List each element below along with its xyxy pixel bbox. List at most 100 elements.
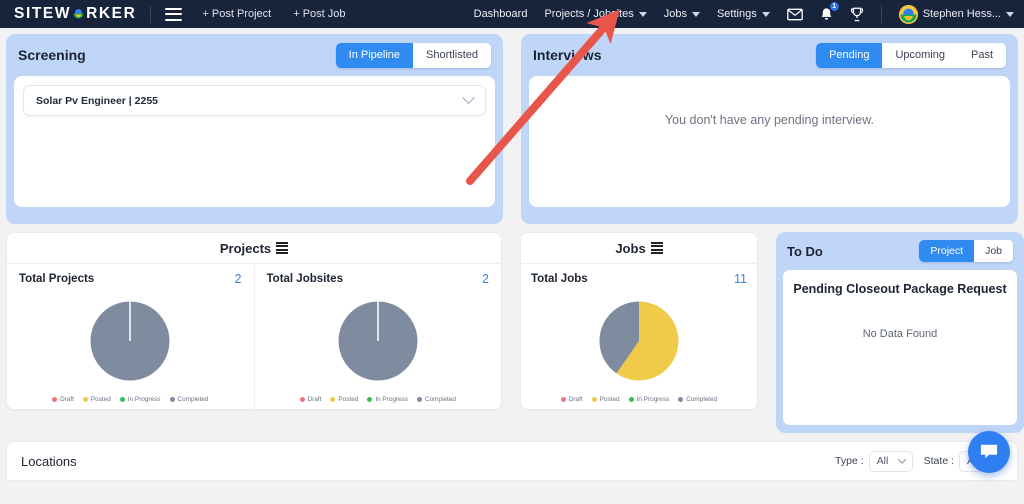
total-projects-row: Total Projects 2 (19, 272, 242, 286)
legend-item-completed: Completed (169, 396, 209, 403)
todo-heading: Pending Closeout Package Request (793, 282, 1007, 296)
top-navbar: SITEW RKER + Post Project + Post Job Das… (0, 0, 1024, 28)
nav-label: Settings (716, 8, 757, 20)
total-jobsites-row: Total Jobsites 2 (267, 272, 490, 286)
jobsites-pie-chart (267, 286, 490, 392)
legend-item-posted: Posted (330, 396, 358, 403)
user-menu[interactable]: Stephen Hess... (898, 4, 1014, 24)
post-project-button[interactable]: + Post Project (202, 8, 271, 20)
nav-item-projects-jobsites[interactable]: Projects / Jobsites (544, 8, 647, 20)
nav-quick-actions: + Post Project + Post Job (202, 8, 345, 20)
list-icon (650, 242, 663, 254)
screening-job-select[interactable]: Solar Pv Engineer | 2255 (23, 85, 486, 116)
legend-item-inprogress: In Progress (367, 396, 408, 403)
logo-divider (150, 5, 152, 23)
trophy-icon (850, 7, 863, 21)
chat-button[interactable] (968, 431, 1010, 473)
total-jobsites-section: Total Jobsites 2 Draft Posted In Progres… (255, 264, 502, 409)
legend-item-completed: Completed (417, 396, 456, 403)
notification-badge: 1 (829, 1, 839, 11)
total-jobs-value: 11 (734, 272, 747, 286)
dashboard-page: Screening In Pipeline Shortlisted Solar … (0, 28, 1024, 481)
legend-label: Posted (90, 396, 111, 403)
tab-job[interactable]: Job (974, 240, 1013, 262)
projects-card-title: Projects (219, 240, 272, 256)
hamburger-icon[interactable] (165, 7, 183, 21)
legend-label: Completed (177, 396, 209, 403)
total-jobsites-label: Total Jobsites (266, 273, 343, 285)
messages-button[interactable] (786, 8, 803, 21)
todo-header: To Do Project Job (783, 232, 1017, 270)
legend-label: Draft (568, 396, 583, 403)
interviews-body: You don't have any pending interview. (529, 76, 1010, 207)
legend-item-posted: Posted (82, 396, 111, 403)
nav-item-settings[interactable]: Settings (717, 8, 770, 20)
nav-separator (880, 5, 882, 23)
chevron-down-icon (761, 11, 770, 17)
tab-pending[interactable]: Pending (816, 42, 883, 68)
legend-label: Posted (599, 396, 620, 403)
chevron-down-icon (1006, 11, 1014, 17)
chevron-down-icon (691, 11, 700, 17)
locations-bar: Locations Type : All State : All (6, 441, 1018, 481)
legend-label: In Progress (375, 396, 409, 403)
jobs-legend: Draft Posted In Progress Completed (531, 392, 747, 403)
legend-label: Draft (307, 396, 322, 403)
projects-pie-chart (19, 286, 242, 392)
jobs-pie-chart (531, 286, 747, 392)
projects-legend: Draft Posted In Progress Completed (19, 392, 242, 403)
legend-item-draft: Draft (299, 396, 322, 403)
chat-bubble-icon (980, 444, 998, 459)
post-job-button[interactable]: + Post Job (293, 8, 345, 20)
legend-item-posted: Posted (591, 396, 620, 403)
list-icon (276, 242, 289, 254)
tab-shortlisted[interactable]: Shortlisted (413, 42, 491, 68)
jobs-card-title: Jobs (615, 240, 646, 256)
interviews-empty-message: You don't have any pending interview. (664, 113, 875, 127)
total-projects-label: Total Projects (19, 273, 95, 285)
screening-body: Solar Pv Engineer | 2255 (14, 76, 495, 207)
rewards-button[interactable] (850, 7, 864, 22)
app-logo[interactable]: SITEW RKER (14, 5, 136, 23)
total-projects-value: 2 (234, 272, 242, 286)
hardhat-icon (72, 8, 85, 21)
projects-card: Projects Total Projects 2 Draft Posted I… (6, 232, 502, 410)
jobsites-legend: Draft Posted In Progress Completed (267, 392, 490, 403)
nav-label: Projects / Jobsites (544, 8, 634, 20)
todo-body: Pending Closeout Package Request No Data… (783, 270, 1017, 425)
envelope-icon (786, 8, 803, 20)
total-projects-section: Total Projects 2 Draft Posted In Progres… (7, 264, 255, 409)
legend-label: Completed (686, 396, 718, 403)
top-panels-row: Screening In Pipeline Shortlisted Solar … (2, 34, 1022, 224)
projects-card-header: Projects (7, 233, 501, 264)
tab-upcoming[interactable]: Upcoming (882, 42, 958, 68)
type-filter: Type : All (835, 450, 913, 472)
chevron-down-icon (638, 11, 647, 17)
locations-title: Locations (21, 453, 77, 469)
nav-label: Jobs (663, 8, 687, 20)
tab-project[interactable]: Project (919, 240, 975, 262)
chevron-down-icon (897, 455, 906, 464)
tab-past[interactable]: Past (957, 42, 1006, 68)
legend-item-inprogress: In Progress (628, 396, 670, 403)
legend-label: In Progress (636, 396, 670, 403)
screening-title: Screening (18, 47, 86, 63)
type-filter-value: All (876, 455, 889, 467)
notifications-button[interactable]: 1 (820, 1, 839, 22)
nav-item-dashboard[interactable]: Dashboard (474, 8, 528, 20)
legend-item-draft: Draft (52, 396, 74, 403)
user-name: Stephen Hess... (922, 8, 1001, 20)
nav-item-jobs[interactable]: Jobs (664, 8, 700, 20)
legend-item-inprogress: In Progress (119, 396, 161, 403)
tab-in-pipeline[interactable]: In Pipeline (335, 42, 414, 68)
type-filter-select[interactable]: All (868, 450, 913, 472)
screening-job-label: Solar Pv Engineer | 2255 (36, 94, 158, 107)
todo-empty-message: No Data Found (862, 328, 938, 340)
stats-row: Projects Total Projects 2 Draft Posted I… (2, 224, 1024, 433)
logo-text-right: RKER (86, 5, 137, 22)
legend-item-draft: Draft (560, 396, 583, 403)
legend-label: In Progress (127, 396, 161, 403)
screening-header: Screening In Pipeline Shortlisted (14, 34, 495, 76)
interviews-tabs: Pending Upcoming Past (816, 42, 1006, 68)
jobs-card-header: Jobs (521, 233, 757, 264)
